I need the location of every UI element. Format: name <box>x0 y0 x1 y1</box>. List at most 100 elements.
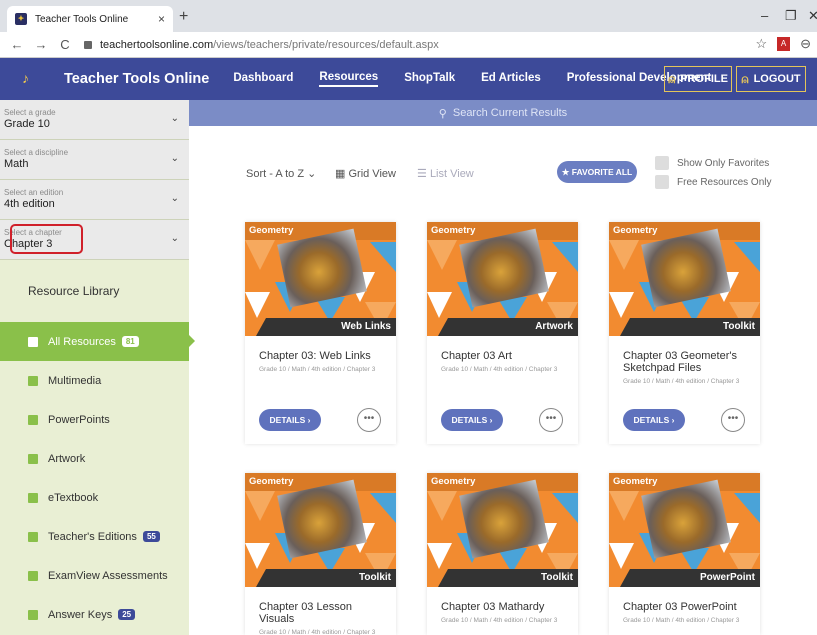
list-view-button[interactable]: ☰ List View <box>417 167 474 180</box>
details-button[interactable]: DETAILS › <box>441 409 503 431</box>
maximize-button[interactable]: ❐ <box>785 8 797 24</box>
grade-select[interactable]: Select a grade Grade 10 ⌄ <box>0 100 189 140</box>
chevron-down-icon: ⌄ <box>170 153 179 164</box>
resource-thumbnail[interactable]: Geometry Toolkit <box>609 222 760 336</box>
chevron-down-icon: ⌄ <box>170 233 179 244</box>
resource-card[interactable]: Geometry PowerPoint Chapter 03 PowerPoint G… <box>609 473 760 635</box>
resource-card[interactable]: Geometry Toolkit Chapter 03 Mathardy Grade … <box>427 473 578 635</box>
brand-title[interactable]: Teacher Tools Online <box>64 71 209 87</box>
resource-thumbnail[interactable]: Geometry Toolkit <box>245 473 396 587</box>
back-button[interactable]: ← <box>10 37 24 52</box>
show-favorites-option[interactable]: Show Only Favorites <box>655 156 769 170</box>
search-icon: ⚲ <box>438 107 447 120</box>
bookmark-star-icon[interactable]: ☆ <box>755 36 767 52</box>
favorite-all-button[interactable]: ★ FAVORITE ALL <box>557 161 637 183</box>
card-meta: Grade 10 / Math / 4th edition / Chapter … <box>623 617 740 624</box>
nav-resources[interactable]: Resources <box>319 71 379 87</box>
card-title[interactable]: Chapter 03 PowerPoint <box>623 601 753 613</box>
resource-card[interactable]: Geometry Toolkit Chapter 03 Geometer's Ske… <box>609 222 760 444</box>
browser-actions: ☆ A ⊖ <box>755 36 811 52</box>
grid-view-button[interactable]: ▦ Grid View <box>335 167 396 180</box>
sidebar-item-label: Teacher's Editions <box>48 530 137 543</box>
tab-close-icon[interactable]: × <box>158 12 165 26</box>
edition-select[interactable]: Select an edition 4th edition ⌄ <box>0 180 189 220</box>
logout-button[interactable]: ⍝ LOGOUT <box>736 66 806 92</box>
reload-button[interactable]: C <box>58 37 72 52</box>
grid-icon <box>28 336 38 347</box>
resource-thumbnail[interactable]: Geometry PowerPoint <box>609 473 760 587</box>
sidebar-item-artwork[interactable]: Artwork <box>0 439 189 478</box>
sidebar-item-etextbook[interactable]: eTextbook <box>0 478 189 517</box>
chevron-down-icon: ⌄ <box>170 193 179 204</box>
sort-select[interactable]: Sort - A to Z ⌄ <box>246 167 316 180</box>
sidebar: Select a grade Grade 10 ⌄ Select a disci… <box>0 100 195 635</box>
sidebar-item-powerpoints[interactable]: PowerPoints <box>0 400 189 439</box>
card-meta: Grade 10 / Math / 4th edition / Chapter … <box>259 629 376 635</box>
url-path: /views/teachers/private/resources/defaul… <box>213 38 439 51</box>
resource-type-label: Toolkit <box>438 569 578 587</box>
nav-ed-articles[interactable]: Ed Articles <box>481 72 541 86</box>
favorite-all-label: FAVORITE ALL <box>571 167 633 177</box>
sidebar-item-teachers-editions[interactable]: Teacher's Editions 55 <box>0 517 189 556</box>
url-field[interactable]: teachertoolsonline.com /views/teachers/p… <box>84 39 439 51</box>
resource-thumbnail[interactable]: Geometry Artwork <box>427 222 578 336</box>
chapter-select[interactable]: Select a chapter Chapter 3 ⌄ <box>0 220 189 260</box>
resource-type-label: Toolkit <box>620 318 760 336</box>
lock-icon <box>84 40 92 49</box>
sidebar-item-multimedia[interactable]: Multimedia <box>0 361 189 400</box>
nav-dashboard[interactable]: Dashboard <box>233 72 293 86</box>
count-badge: 25 <box>118 609 136 620</box>
url-host: teachertoolsonline.com <box>100 38 214 51</box>
card-title[interactable]: Chapter 03: Web Links <box>259 350 389 362</box>
card-title[interactable]: Chapter 03 Mathardy <box>441 601 571 613</box>
browser-tab[interactable]: ✦ Teacher Tools Online × <box>7 6 173 32</box>
favicon-icon: ✦ <box>15 13 27 25</box>
card-title[interactable]: Chapter 03 Lesson Visuals <box>259 601 389 625</box>
card-title[interactable]: Chapter 03 Geometer's Sketchpad Files <box>623 350 753 374</box>
list-icon: ☰ <box>417 168 427 180</box>
nav-shoptalk[interactable]: ShopTalk <box>404 72 455 86</box>
more-options-icon[interactable]: ••• <box>539 408 563 432</box>
book-icon <box>28 492 38 503</box>
new-tab-button[interactable]: + <box>179 8 188 26</box>
close-window-button[interactable]: ✕ <box>808 8 817 24</box>
card-title[interactable]: Chapter 03 Art <box>441 350 571 362</box>
count-badge: 55 <box>142 531 160 542</box>
resource-thumbnail[interactable]: Geometry Web Links <box>245 222 396 336</box>
resource-card[interactable]: Geometry Artwork Chapter 03 Art Grade 10 / … <box>427 222 578 444</box>
details-button[interactable]: DETAILS › <box>623 409 685 431</box>
sidebar-item-all-resources[interactable]: All Resources 81 <box>0 322 195 361</box>
sidebar-item-label: Multimedia <box>48 374 102 387</box>
card-meta: Grade 10 / Math / 4th edition / Chapter … <box>441 617 558 624</box>
artwork-icon <box>28 453 38 464</box>
details-button[interactable]: DETAILS › <box>259 409 321 431</box>
forward-button[interactable]: → <box>34 37 48 52</box>
discipline-select[interactable]: Select a discipline Math ⌄ <box>0 140 189 180</box>
profile-icon[interactable]: ⊖ <box>800 36 811 52</box>
resource-card[interactable]: Geometry Toolkit Chapter 03 Lesson Visuals… <box>245 473 396 635</box>
show-favorites-label: Show Only Favorites <box>677 157 770 169</box>
minimize-button[interactable]: – <box>761 8 768 23</box>
resource-thumbnail[interactable]: Geometry Toolkit <box>427 473 578 587</box>
powerpoint-icon <box>28 414 38 425</box>
free-only-option[interactable]: Free Resources Only <box>655 175 771 189</box>
sidebar-item-label: PowerPoints <box>48 413 110 426</box>
grid-view-label: Grid View <box>348 168 396 180</box>
subject-label: Geometry <box>613 476 658 487</box>
more-options-icon[interactable]: ••• <box>721 408 745 432</box>
sidebar-item-answer-keys[interactable]: Answer Keys 25 <box>0 595 189 634</box>
more-options-icon[interactable]: ••• <box>357 408 381 432</box>
logo-icon[interactable]: ♪ <box>22 70 46 88</box>
free-only-checkbox[interactable] <box>655 175 669 189</box>
chevron-down-icon: ⌄ <box>170 113 179 124</box>
pdf-extension-icon[interactable]: A <box>777 37 791 51</box>
resource-card[interactable]: Geometry Web Links Chapter 03: Web Links Gr… <box>245 222 396 444</box>
search-results-bar[interactable]: ⚲ Search Current Results <box>189 100 817 126</box>
sidebar-item-examview[interactable]: ExamView Assessments <box>0 556 189 595</box>
list-view-label: List View <box>429 168 474 180</box>
profile-button[interactable]: ⍝ PROFILE <box>664 66 732 92</box>
results-toolbar: Sort - A to Z ⌄ ▦ Grid View ☰ List View … <box>246 156 786 190</box>
address-bar: ← → C teachertoolsonline.com /views/teac… <box>0 32 817 58</box>
show-favorites-checkbox[interactable] <box>655 156 669 170</box>
lock-icon: ⍝ <box>741 71 749 86</box>
